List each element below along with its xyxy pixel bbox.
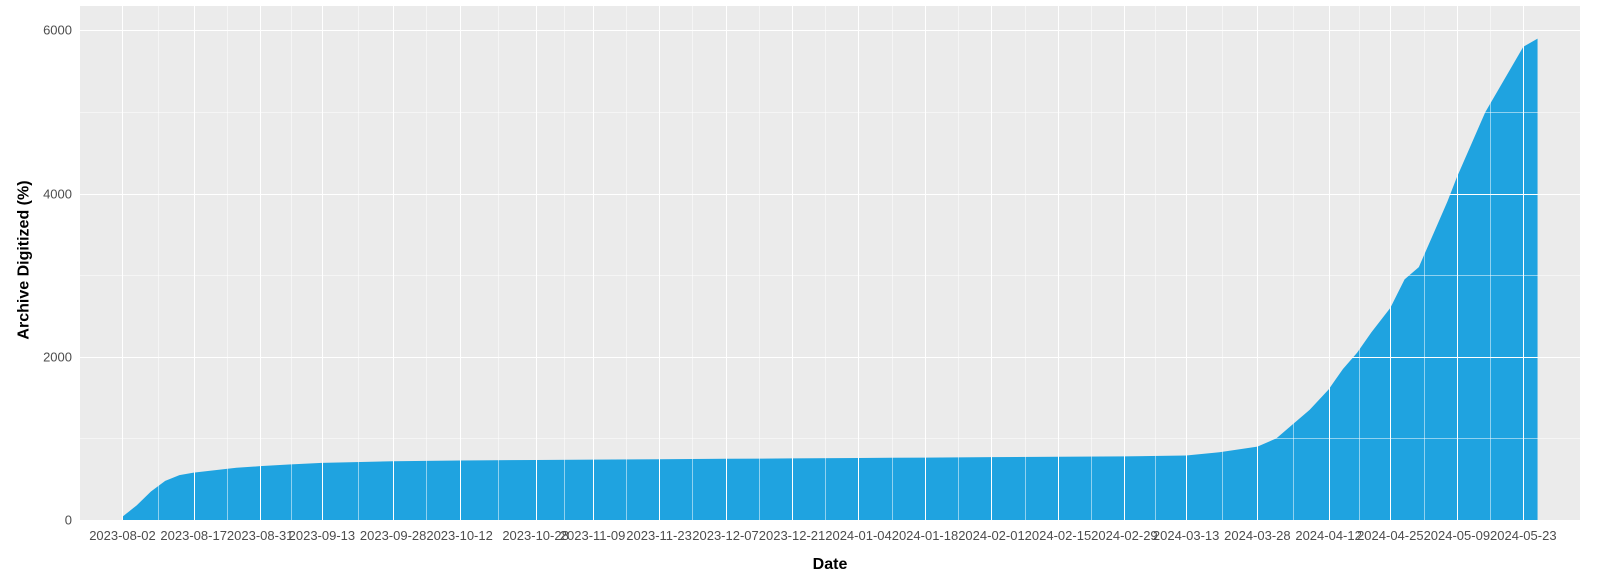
gridline-vertical (1257, 6, 1258, 520)
gridline-horizontal-minor (80, 112, 1580, 113)
x-tick-label: 2023-08-31 (227, 520, 294, 543)
gridline-vertical-minor (958, 6, 959, 520)
gridline-vertical (659, 6, 660, 520)
gridline-vertical (393, 6, 394, 520)
gridline-vertical (991, 6, 992, 520)
gridline-vertical (322, 6, 323, 520)
gridline-vertical-minor (626, 6, 627, 520)
gridline-vertical (925, 6, 926, 520)
gridline-vertical-minor (1293, 6, 1294, 520)
x-tick-label: 2023-10-12 (426, 520, 493, 543)
gridline-vertical (194, 6, 195, 520)
x-axis-title: Date (80, 556, 1580, 580)
gridline-vertical (1457, 6, 1458, 520)
y-tick-label: 0 (65, 513, 80, 528)
x-tick-label: 2023-12-07 (692, 520, 759, 543)
gridline-vertical-minor (1424, 6, 1425, 520)
gridline-vertical (536, 6, 537, 520)
gridline-vertical (1329, 6, 1330, 520)
gridline-vertical-minor (564, 6, 565, 520)
x-tick-label: 2024-05-23 (1490, 520, 1557, 543)
x-tick-label: 2024-04-12 (1295, 520, 1362, 543)
x-tick-label: 2023-08-17 (160, 520, 227, 543)
x-tick-label: 2024-02-15 (1025, 520, 1092, 543)
gridline-vertical-minor (825, 6, 826, 520)
x-tick-label: 2023-09-28 (360, 520, 427, 543)
gridline-vertical-minor (1222, 6, 1223, 520)
gridline-horizontal-minor (80, 438, 1580, 439)
x-tick-label: 2023-11-09 (560, 520, 626, 543)
area-chart: Archive Digitized (%) 02000400060002023-… (0, 0, 1600, 580)
gridline-vertical (460, 6, 461, 520)
gridline-vertical (1124, 6, 1125, 520)
x-tick-label: 2024-01-04 (825, 520, 892, 543)
gridline-vertical-minor (1025, 6, 1026, 520)
x-tick-label: 2024-02-29 (1091, 520, 1158, 543)
x-tick-label: 2023-08-02 (89, 520, 156, 543)
gridline-vertical-minor (1091, 6, 1092, 520)
x-tick-label: 2024-02-01 (958, 520, 1025, 543)
gridline-vertical-minor (1359, 6, 1360, 520)
gridline-vertical (1058, 6, 1059, 520)
x-tick-label: 2024-01-18 (892, 520, 959, 543)
gridline-vertical-minor (1490, 6, 1491, 520)
x-tick-label: 2024-03-13 (1153, 520, 1220, 543)
gridline-vertical (858, 6, 859, 520)
gridline-horizontal (80, 30, 1580, 31)
gridline-vertical (1523, 6, 1524, 520)
gridline-vertical (1390, 6, 1391, 520)
gridline-vertical-minor (892, 6, 893, 520)
gridline-vertical (1186, 6, 1187, 520)
x-axis-title-text: Date (813, 556, 848, 573)
gridline-vertical (726, 6, 727, 520)
gridline-vertical (593, 6, 594, 520)
gridline-vertical (792, 6, 793, 520)
x-tick-label: 2023-09-13 (289, 520, 356, 543)
gridline-horizontal (80, 194, 1580, 195)
y-tick-label: 2000 (43, 349, 80, 364)
gridline-vertical-minor (498, 6, 499, 520)
x-tick-label: 2024-05-09 (1424, 520, 1491, 543)
gridline-horizontal-minor (80, 275, 1580, 276)
y-axis-title: Archive Digitized (%) (0, 0, 50, 520)
gridline-vertical-minor (358, 6, 359, 520)
gridline-vertical-minor (759, 6, 760, 520)
plot-panel: 02000400060002023-08-022023-08-172023-08… (80, 6, 1580, 520)
gridline-vertical-minor (692, 6, 693, 520)
gridline-vertical-minor (291, 6, 292, 520)
gridline-vertical (122, 6, 123, 520)
x-tick-label: 2023-12-21 (759, 520, 826, 543)
y-axis-title-text: Archive Digitized (%) (16, 180, 34, 339)
x-tick-label: 2023-11-23 (626, 520, 692, 543)
gridline-horizontal (80, 357, 1580, 358)
gridline-vertical-minor (1155, 6, 1156, 520)
area-fill (80, 6, 1580, 520)
y-tick-label: 6000 (43, 23, 80, 38)
x-tick-label: 2024-03-28 (1224, 520, 1291, 543)
gridline-vertical-minor (227, 6, 228, 520)
y-tick-label: 4000 (43, 186, 80, 201)
gridline-vertical-minor (426, 6, 427, 520)
x-tick-label: 2024-04-25 (1357, 520, 1424, 543)
gridline-vertical-minor (158, 6, 159, 520)
gridline-vertical (260, 6, 261, 520)
